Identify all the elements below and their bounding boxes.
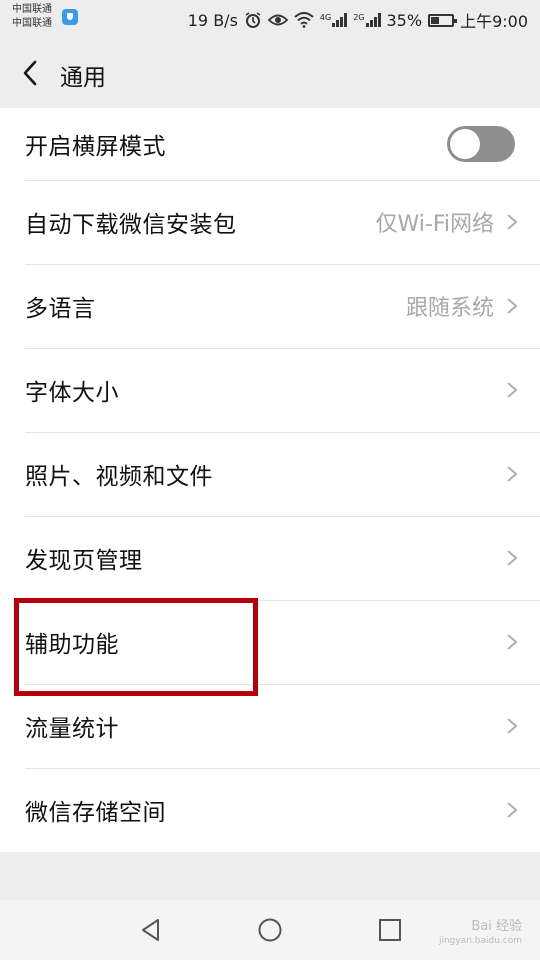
setting-auto-download[interactable]: 自动下载微信安装包 仅Wi-Fi网络 bbox=[0, 180, 540, 264]
status-bar: 中国联通 中国联通 19 B/s 4G 2G 35% 上午9:00 bbox=[0, 0, 540, 38]
chevron-right-icon bbox=[507, 802, 518, 818]
security-shield-icon bbox=[62, 9, 78, 25]
setting-label: 多语言 bbox=[25, 296, 96, 322]
chevron-right-icon bbox=[507, 550, 518, 566]
signal-bars-icon bbox=[365, 13, 381, 27]
triangle-back-icon[interactable] bbox=[138, 917, 164, 943]
highlight-box bbox=[14, 598, 258, 696]
eye-comfort-icon bbox=[267, 14, 288, 26]
setting-font-size[interactable]: 字体大小 bbox=[0, 348, 540, 432]
setting-label: 字体大小 bbox=[25, 380, 119, 406]
signal-4g: 4G bbox=[319, 13, 348, 27]
watermark-url: jingyan.baidu.com bbox=[438, 936, 522, 946]
chevron-right-icon bbox=[507, 214, 518, 230]
network-type-2: 2G bbox=[353, 13, 365, 22]
battery-percent: 35% bbox=[386, 10, 423, 30]
setting-label: 照片、视频和文件 bbox=[25, 464, 213, 490]
chevron-right-icon bbox=[507, 634, 518, 650]
toggle-knob bbox=[450, 129, 480, 159]
carrier-1: 中国联通 bbox=[12, 4, 52, 15]
landscape-toggle[interactable] bbox=[447, 126, 515, 162]
setting-label: 流量统计 bbox=[25, 716, 119, 742]
chevron-right-icon bbox=[507, 382, 518, 398]
chevron-right-icon bbox=[507, 298, 518, 314]
circle-home-icon[interactable] bbox=[257, 917, 283, 943]
setting-label: 发现页管理 bbox=[25, 548, 143, 574]
chevron-right-icon bbox=[507, 718, 518, 734]
setting-label: 微信存储空间 bbox=[25, 800, 166, 826]
setting-media-files[interactable]: 照片、视频和文件 bbox=[0, 432, 540, 516]
wifi-icon bbox=[294, 12, 314, 28]
setting-value: 仅Wi-Fi网络 bbox=[375, 212, 495, 237]
status-indicators: 19 B/s 4G 2G 35% 上午9:00 bbox=[188, 8, 528, 32]
carrier-info: 中国联通 中国联通 bbox=[12, 3, 52, 31]
signal-2g: 2G bbox=[353, 13, 381, 27]
alarm-icon bbox=[245, 12, 261, 28]
page-title: 通用 bbox=[60, 65, 106, 91]
setting-label: 开启横屏模式 bbox=[25, 134, 166, 160]
setting-value: 跟随系统 bbox=[405, 296, 494, 321]
settings-list: 开启横屏模式 自动下载微信安装包 仅Wi-Fi网络 多语言 跟随系统 字体大小 … bbox=[0, 108, 540, 852]
setting-label: 自动下载微信安装包 bbox=[25, 212, 237, 238]
network-type-1: 4G bbox=[319, 13, 332, 22]
chevron-right-icon bbox=[507, 466, 518, 482]
battery-icon bbox=[428, 13, 458, 27]
setting-data-usage[interactable]: 流量统计 bbox=[0, 684, 540, 768]
watermark-text: Bai 经验 bbox=[471, 919, 522, 934]
carrier-2: 中国联通 bbox=[12, 18, 52, 29]
setting-language[interactable]: 多语言 跟随系统 bbox=[0, 264, 540, 348]
clock: 上午9:00 bbox=[460, 12, 528, 31]
setting-storage[interactable]: 微信存储空间 bbox=[0, 768, 540, 852]
system-nav-bar: Bai 经验 jingyan.baidu.com bbox=[0, 900, 540, 960]
back-chevron-icon[interactable] bbox=[20, 60, 42, 86]
watermark: Bai 经验 jingyan.baidu.com bbox=[439, 920, 522, 948]
square-recents-icon[interactable] bbox=[377, 917, 403, 943]
net-speed: 19 B/s bbox=[187, 10, 238, 30]
setting-discover-management[interactable]: 发现页管理 bbox=[0, 516, 540, 600]
title-bar: 通用 bbox=[0, 38, 540, 108]
signal-bars-icon bbox=[332, 13, 348, 27]
setting-landscape-mode[interactable]: 开启横屏模式 bbox=[0, 108, 540, 180]
